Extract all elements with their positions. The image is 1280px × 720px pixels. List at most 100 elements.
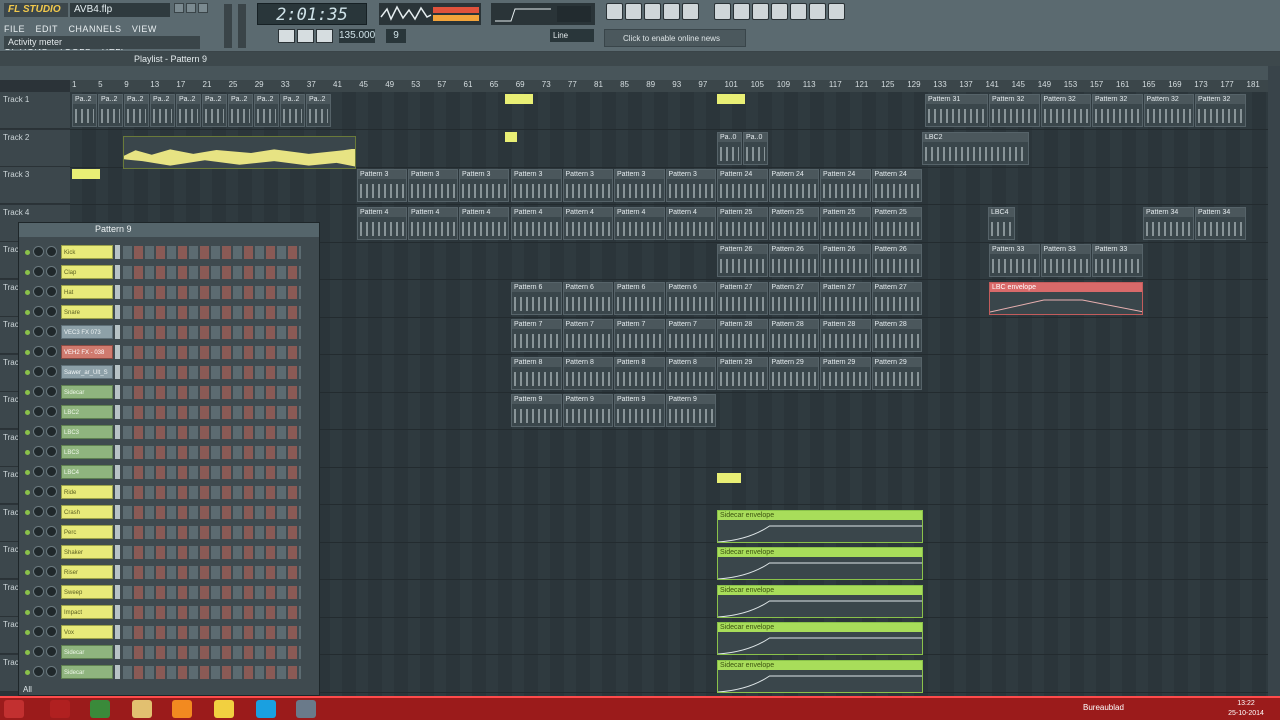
system-clock[interactable]: 13:22 25-10-2014 <box>1226 699 1266 719</box>
step-buttons[interactable] <box>123 286 301 299</box>
channel-row[interactable]: LBC3 <box>23 423 315 443</box>
channel-row[interactable]: Sidecar <box>23 663 315 683</box>
step-buttons[interactable] <box>123 526 301 539</box>
channel-pan-knob[interactable] <box>33 406 44 417</box>
channel-select-bar[interactable] <box>115 245 120 259</box>
channel-volume-knob[interactable] <box>46 466 57 477</box>
pattern-clip[interactable]: Pattern 3 <box>408 169 458 202</box>
channel-volume-knob[interactable] <box>46 246 57 257</box>
menu-edit[interactable]: EDIT <box>35 24 58 34</box>
channel-select-bar[interactable] <box>115 385 120 399</box>
channel-row[interactable]: Sidecar <box>23 643 315 663</box>
channel-volume-knob[interactable] <box>46 446 57 457</box>
pattern-clip[interactable]: Pattern 27 <box>717 281 768 315</box>
channel-row[interactable]: Sweep <box>23 583 315 603</box>
pattern-clip[interactable]: LBC2 <box>922 131 1029 165</box>
channel-volume-knob[interactable] <box>46 266 57 277</box>
maximize-icon[interactable] <box>186 3 196 13</box>
track-header[interactable]: Track 1 <box>0 92 70 129</box>
channel-led-icon[interactable] <box>25 410 30 415</box>
render-icon[interactable] <box>752 3 769 20</box>
automation-clip[interactable]: Sidecar envelope <box>717 509 923 543</box>
pattern-clip[interactable]: Pattern 26 <box>871 244 922 277</box>
channel-pan-knob[interactable] <box>33 666 44 677</box>
channel-row[interactable]: Crash <box>23 503 315 523</box>
pattern-clip[interactable]: LBC4 <box>988 206 1015 240</box>
pattern-clip[interactable]: Pattern 28 <box>717 319 768 352</box>
step-buttons[interactable] <box>123 306 301 319</box>
channel-led-icon[interactable] <box>25 350 30 355</box>
channel-row[interactable]: Sawer_ar_Ult_S <box>23 363 315 383</box>
channel-name-button[interactable]: VEC3 FX 073 <box>61 325 113 339</box>
project-info-icon[interactable] <box>809 3 826 20</box>
record-icon[interactable] <box>316 29 333 43</box>
channel-pan-knob[interactable] <box>33 246 44 257</box>
pattern-clip[interactable]: Pattern 8 <box>562 356 613 390</box>
channel-pan-knob[interactable] <box>33 526 44 537</box>
pattern-clip[interactable]: Pattern 33 <box>1040 244 1091 277</box>
pattern-clip[interactable]: Pattern 4 <box>511 206 562 240</box>
channel-name-button[interactable]: VEH2 FX - 038 <box>61 345 113 359</box>
channel-pan-knob[interactable] <box>33 586 44 597</box>
pattern-clip[interactable]: Pattern 25 <box>717 206 768 240</box>
automation-clip[interactable]: Sidecar envelope <box>717 584 923 618</box>
channel-pan-knob[interactable] <box>33 326 44 337</box>
track-header[interactable]: Track 3 <box>0 167 70 204</box>
stop-icon[interactable] <box>297 29 314 43</box>
channel-name-button[interactable]: LBC2 <box>61 405 113 419</box>
channel-volume-knob[interactable] <box>46 586 57 597</box>
channel-pan-knob[interactable] <box>33 286 44 297</box>
sample-clip[interactable] <box>717 94 745 104</box>
channel-select-bar[interactable] <box>115 445 120 459</box>
hp-icon[interactable] <box>50 700 70 718</box>
channel-name-button[interactable]: Clap <box>61 265 113 279</box>
mixer-icon[interactable] <box>682 3 699 20</box>
sample-clip[interactable] <box>72 169 100 179</box>
pattern-clip[interactable]: Pattern 32 <box>989 94 1040 127</box>
pattern-clip[interactable]: Pattern 4 <box>408 206 458 240</box>
step-buttons[interactable] <box>123 646 301 659</box>
pattern-clip[interactable]: Pattern 8 <box>511 356 562 390</box>
channel-led-icon[interactable] <box>25 610 30 615</box>
pattern-clip[interactable]: Pa..0 <box>743 131 768 165</box>
pattern-clip[interactable]: Pattern 24 <box>717 169 768 202</box>
sample-clip[interactable] <box>717 473 741 483</box>
channel-pan-knob[interactable] <box>33 446 44 457</box>
channel-name-button[interactable]: Shaker <box>61 545 113 559</box>
channel-select-bar[interactable] <box>115 605 120 619</box>
channel-name-button[interactable]: LBC3 <box>61 445 113 459</box>
step-buttons[interactable] <box>123 246 301 259</box>
channel-row[interactable]: Clap <box>23 263 315 283</box>
step-buttons[interactable] <box>123 666 301 679</box>
step-buttons[interactable] <box>123 586 301 599</box>
pattern-clip[interactable]: Pattern 32 <box>1040 94 1091 127</box>
channel-select-bar[interactable] <box>115 585 120 599</box>
channel-select-bar[interactable] <box>115 505 120 519</box>
master-pitch-slider[interactable] <box>238 4 246 48</box>
chrome-icon[interactable] <box>90 700 110 718</box>
pattern-clip[interactable]: Pa..2 <box>228 94 253 127</box>
channel-row[interactable]: Snare <box>23 303 315 323</box>
pattern-clip[interactable]: Pattern 4 <box>562 206 613 240</box>
pattern-clip[interactable]: Pattern 4 <box>357 206 407 240</box>
channel-row[interactable]: LBC3 <box>23 443 315 463</box>
pattern-clip[interactable]: Pa..2 <box>72 94 97 127</box>
pattern-clip[interactable]: Pattern 33 <box>1092 244 1143 277</box>
pattern-clip[interactable]: Pattern 27 <box>820 281 871 315</box>
automation-clip[interactable]: Sidecar envelope <box>717 659 923 693</box>
channel-led-icon[interactable] <box>25 270 30 275</box>
channel-name-button[interactable]: Hat <box>61 285 113 299</box>
menu-channels[interactable]: CHANNELS <box>68 24 121 34</box>
channel-volume-knob[interactable] <box>46 426 57 437</box>
channel-volume-knob[interactable] <box>46 526 57 537</box>
pattern-clip[interactable]: Pattern 28 <box>768 319 819 352</box>
channel-row[interactable]: Shaker <box>23 543 315 563</box>
channel-led-icon[interactable] <box>25 250 30 255</box>
pattern-clip[interactable]: Pattern 32 <box>1092 94 1143 127</box>
step-buttons[interactable] <box>123 426 301 439</box>
pattern-clip[interactable]: Pattern 28 <box>820 319 871 352</box>
sample-clip[interactable] <box>505 131 517 142</box>
channel-name-button[interactable]: Sweep <box>61 585 113 599</box>
step-buttons[interactable] <box>123 326 301 339</box>
playlist-ruler[interactable]: 1 5 9 13 17 21 25 29 33 37 41 45 49 53 57 61 65 69 73 77 81 8… <box>70 80 1270 92</box>
